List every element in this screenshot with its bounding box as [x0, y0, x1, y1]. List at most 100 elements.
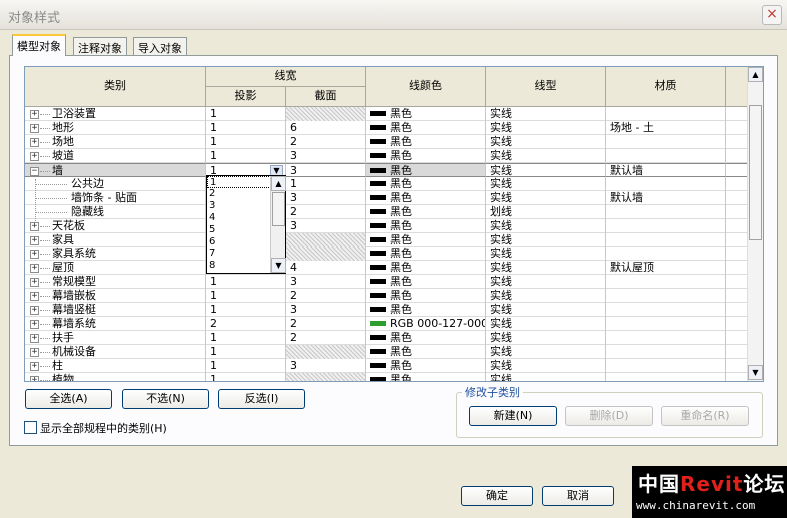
projection-weight-cell[interactable]: 1 — [206, 135, 286, 149]
scroll-down-button[interactable]: ▼ — [748, 365, 763, 380]
tab-annotation-objects[interactable]: 注释对象 — [73, 37, 127, 55]
material-cell[interactable]: 默认屋顶 — [606, 261, 726, 275]
expand-icon[interactable]: + — [30, 376, 39, 381]
line-pattern-cell[interactable]: 实线 — [486, 135, 606, 149]
header-projection[interactable]: 投影 — [206, 87, 286, 107]
projection-weight-cell[interactable]: 1 — [206, 275, 286, 289]
cut-weight-cell[interactable]: 1 — [286, 177, 366, 191]
line-color-cell[interactable]: 黑色 — [366, 121, 486, 135]
line-color-cell[interactable]: 黑色 — [366, 205, 486, 219]
cut-weight-cell[interactable]: 2 — [286, 135, 366, 149]
expand-icon[interactable]: + — [30, 124, 39, 133]
line-pattern-cell[interactable]: 实线 — [486, 163, 606, 177]
line-color-cell[interactable]: 黑色 — [366, 331, 486, 345]
category-row[interactable]: + 常规模型 1 3 黑色 实线 — [25, 275, 750, 289]
subcategory-row[interactable]: 墙饰条 - 贴面 3 黑色 实线 默认墙 — [25, 191, 750, 205]
subcategory-row[interactable]: 隐藏线 2 黑色 划线 — [25, 205, 750, 219]
line-color-cell[interactable]: 黑色 — [366, 233, 486, 247]
header-line-color[interactable]: 线颜色 — [366, 67, 486, 107]
cut-weight-cell[interactable]: 2 — [286, 289, 366, 303]
cut-weight-cell[interactable]: 3 — [286, 163, 366, 177]
line-color-cell[interactable]: 黑色 — [366, 303, 486, 317]
category-name-cell[interactable]: + 幕墙嵌板 — [25, 289, 206, 303]
projection-weight-cell[interactable]: 1 — [206, 359, 286, 373]
line-pattern-cell[interactable]: 实线 — [486, 247, 606, 261]
projection-weight-cell[interactable]: 2 — [206, 317, 286, 331]
line-pattern-cell[interactable]: 实线 — [486, 121, 606, 135]
line-pattern-cell[interactable]: 实线 — [486, 373, 606, 381]
material-cell[interactable] — [606, 205, 726, 219]
category-row[interactable]: + 地形 1 6 黑色 实线 场地 - 土 — [25, 121, 750, 135]
material-cell[interactable] — [606, 233, 726, 247]
material-cell[interactable]: 默认墙 — [606, 191, 726, 205]
category-row[interactable]: + 坡道 1 3 黑色 实线 — [25, 149, 750, 163]
cut-weight-cell[interactable]: 2 — [286, 317, 366, 331]
line-color-cell[interactable]: 黑色 — [366, 261, 486, 275]
category-name-cell[interactable]: + 地形 — [25, 121, 206, 135]
line-color-cell[interactable]: 黑色 — [366, 107, 486, 121]
category-name-cell[interactable]: + 扶手 — [25, 331, 206, 345]
line-color-cell[interactable]: 黑色 — [366, 149, 486, 163]
cancel-button[interactable]: 取消 — [542, 486, 614, 506]
new-subcategory-button[interactable]: 新建(N) — [469, 406, 557, 426]
category-row[interactable]: + 幕墙嵌板 1 2 黑色 实线 — [25, 289, 750, 303]
ok-button[interactable]: 确定 — [461, 486, 533, 506]
subcategory-row[interactable]: 公共边 1 黑色 实线 — [25, 177, 750, 191]
category-row[interactable]: + 家具 黑色 实线 — [25, 233, 750, 247]
category-name-cell[interactable]: 隐藏线 — [25, 205, 206, 219]
category-name-cell[interactable]: + 常规模型 — [25, 275, 206, 289]
material-cell[interactable] — [606, 303, 726, 317]
line-pattern-cell[interactable]: 实线 — [486, 233, 606, 247]
category-row[interactable]: + 植物 1 黑色 实线 — [25, 373, 750, 381]
cut-weight-cell[interactable]: 2 — [286, 205, 366, 219]
invert-selection-button[interactable]: 反选(I) — [218, 389, 305, 409]
projection-weight-cell[interactable]: 1 — [206, 289, 286, 303]
cut-weight-cell[interactable]: 3 — [286, 149, 366, 163]
line-color-cell[interactable]: 黑色 — [366, 373, 486, 381]
dropdown-scrollbar[interactable]: ▲ ▼ — [270, 176, 286, 273]
line-color-cell[interactable]: 黑色 — [366, 247, 486, 261]
expand-icon[interactable]: + — [30, 306, 39, 315]
show-all-disciplines-checkbox[interactable] — [24, 421, 37, 434]
material-cell[interactable] — [606, 177, 726, 191]
category-name-cell[interactable]: + 场地 — [25, 135, 206, 149]
material-cell[interactable] — [606, 331, 726, 345]
rename-subcategory-button[interactable]: 重命名(R) — [661, 406, 749, 426]
material-cell[interactable]: 场地 - 土 — [606, 121, 726, 135]
line-pattern-cell[interactable]: 实线 — [486, 107, 606, 121]
dropdown-scroll-down[interactable]: ▼ — [271, 258, 286, 273]
category-row[interactable]: + 屋顶 4 黑色 实线 默认屋顶 — [25, 261, 750, 275]
expand-icon[interactable]: + — [30, 334, 39, 343]
expand-icon[interactable]: + — [30, 222, 39, 231]
category-row[interactable]: + 机械设备 1 黑色 实线 — [25, 345, 750, 359]
cut-weight-cell[interactable] — [286, 345, 366, 359]
expand-icon[interactable]: + — [30, 348, 39, 357]
projection-weight-cell[interactable]: 1 — [206, 149, 286, 163]
category-name-cell[interactable]: + 植物 — [25, 373, 206, 381]
header-line-pattern[interactable]: 线型 — [486, 67, 606, 107]
line-color-cell[interactable]: 黑色 — [366, 359, 486, 373]
select-all-button[interactable]: 全选(A) — [25, 389, 112, 409]
projection-weight-cell[interactable]: 1 — [206, 345, 286, 359]
line-pattern-cell[interactable]: 划线 — [486, 205, 606, 219]
projection-weight-cell[interactable]: 1 — [206, 373, 286, 381]
category-row[interactable]: + 柱 1 3 黑色 实线 — [25, 359, 750, 373]
category-name-cell[interactable]: + 坡道 — [25, 149, 206, 163]
category-row[interactable]: + 家具系统 黑色 实线 — [25, 247, 750, 261]
cut-weight-cell[interactable]: 3 — [286, 191, 366, 205]
cut-weight-cell[interactable] — [286, 373, 366, 381]
line-pattern-cell[interactable]: 实线 — [486, 359, 606, 373]
projection-weight-cell[interactable]: 1 — [206, 303, 286, 317]
material-cell[interactable] — [606, 345, 726, 359]
category-name-cell[interactable]: + 天花板 — [25, 219, 206, 233]
tab-model-objects[interactable]: 模型对象 — [12, 34, 66, 56]
material-cell[interactable] — [606, 149, 726, 163]
line-pattern-cell[interactable]: 实线 — [486, 177, 606, 191]
material-cell[interactable] — [606, 135, 726, 149]
dropdown-scroll-thumb[interactable] — [272, 192, 285, 226]
category-row[interactable]: + 天花板 3 黑色 实线 — [25, 219, 750, 233]
expand-icon[interactable]: + — [30, 292, 39, 301]
category-row[interactable]: + 幕墙系统 2 2 RGB 000-127-000 实线 — [25, 317, 750, 331]
material-cell[interactable] — [606, 247, 726, 261]
scroll-thumb[interactable] — [749, 105, 762, 240]
